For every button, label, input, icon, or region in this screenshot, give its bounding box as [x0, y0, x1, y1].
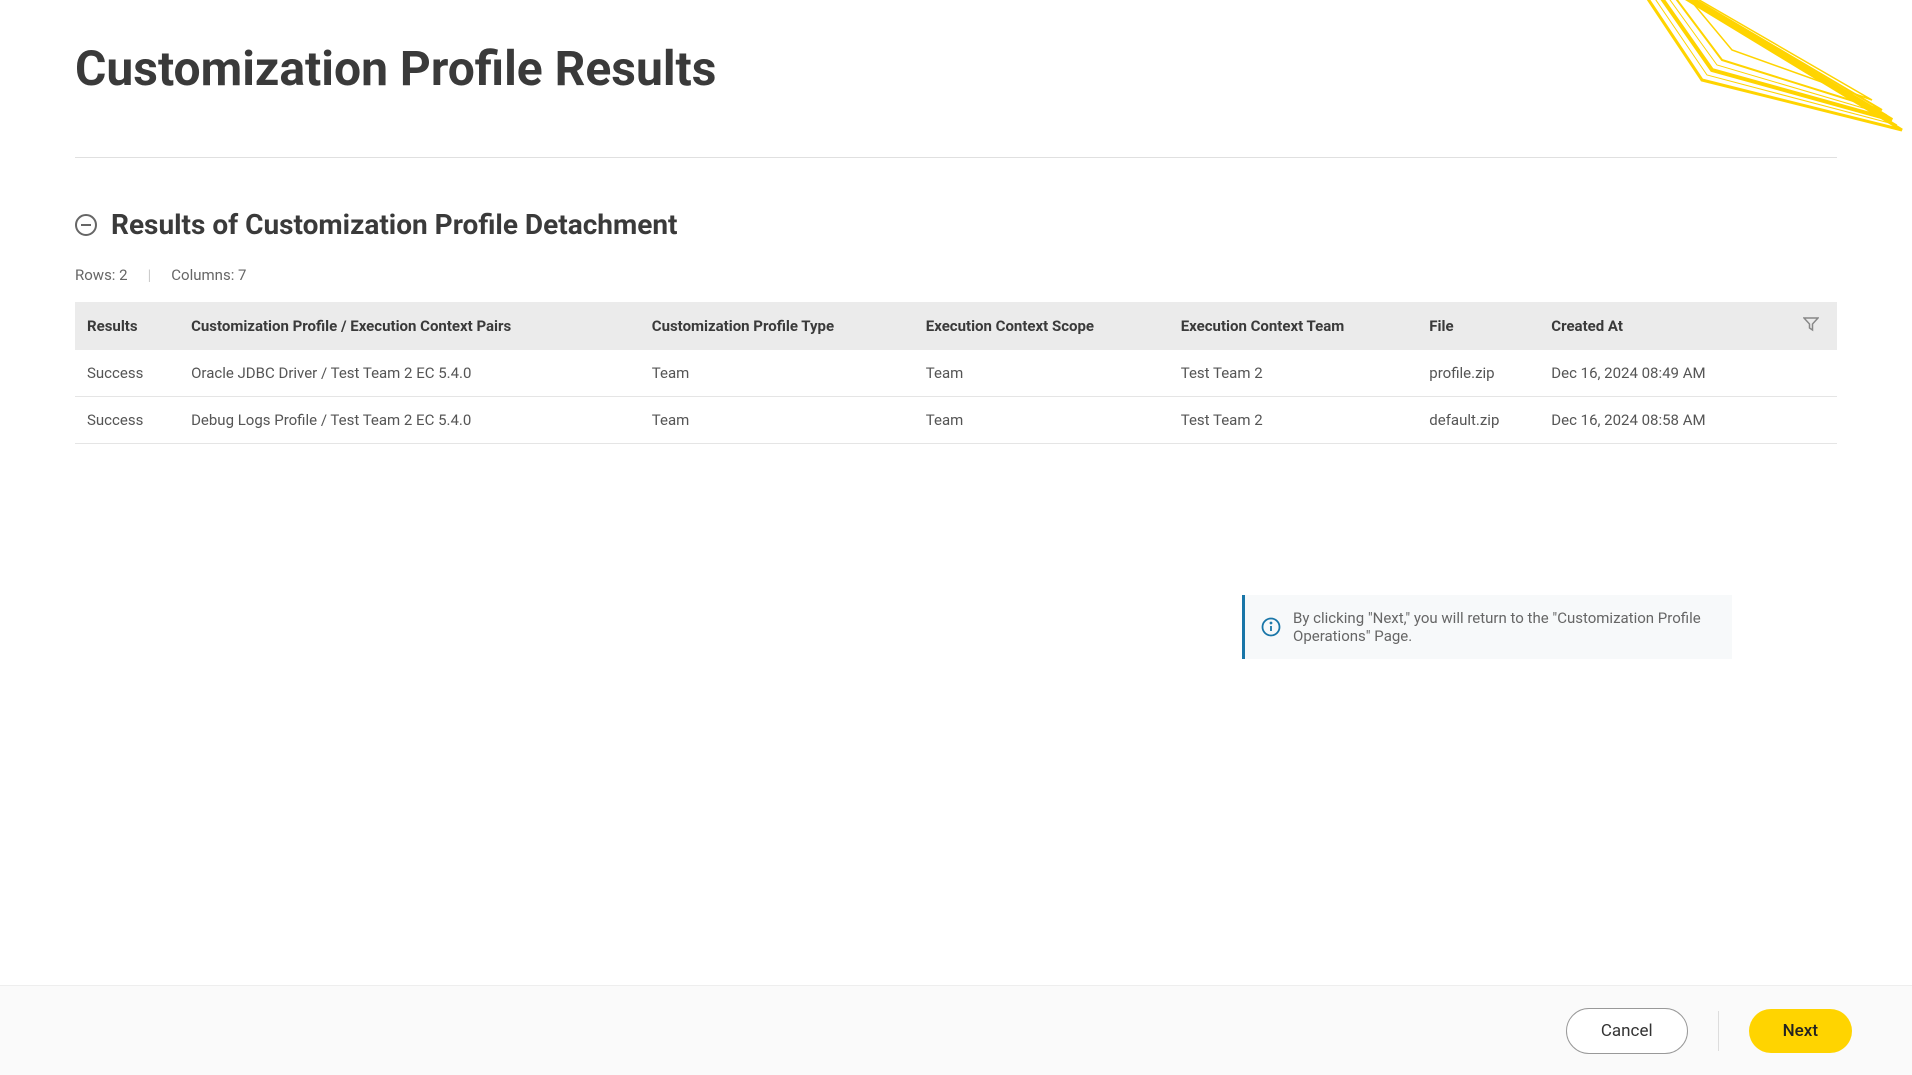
cancel-button[interactable]: Cancel — [1566, 1008, 1688, 1054]
cell-team: Test Team 2 — [1171, 350, 1420, 397]
cell-created: Dec 16, 2024 08:49 AM — [1541, 350, 1777, 397]
col-team[interactable]: Execution Context Team — [1171, 302, 1420, 350]
cell-created: Dec 16, 2024 08:58 AM — [1541, 397, 1777, 444]
cell-result: Success — [75, 397, 181, 444]
results-table: Results Customization Profile / Executio… — [75, 302, 1837, 444]
cell-result: Success — [75, 350, 181, 397]
table-meta: Rows: 2 | Columns: 7 — [75, 266, 1837, 284]
info-text: By clicking "Next," you will return to t… — [1293, 609, 1716, 645]
col-profile-type[interactable]: Customization Profile Type — [642, 302, 916, 350]
table-header-row: Results Customization Profile / Executio… — [75, 302, 1837, 350]
meta-separator: | — [148, 266, 152, 284]
cell-pair: Oracle JDBC Driver / Test Team 2 EC 5.4.… — [181, 350, 642, 397]
collapse-toggle-icon[interactable] — [75, 214, 97, 236]
cell-pair: Debug Logs Profile / Test Team 2 EC 5.4.… — [181, 397, 642, 444]
cell-profile-type: Team — [642, 397, 916, 444]
col-pairs[interactable]: Customization Profile / Execution Contex… — [181, 302, 642, 350]
info-callout: By clicking "Next," you will return to t… — [1242, 595, 1732, 659]
divider — [75, 157, 1837, 158]
rows-count: Rows: 2 — [75, 266, 128, 284]
next-button[interactable]: Next — [1749, 1009, 1852, 1053]
footer-bar: Cancel Next — [0, 985, 1912, 1075]
col-file[interactable]: File — [1419, 302, 1541, 350]
cell-file: profile.zip — [1419, 350, 1541, 397]
col-created[interactable]: Created At — [1541, 302, 1777, 350]
footer-separator — [1718, 1011, 1719, 1051]
col-scope[interactable]: Execution Context Scope — [916, 302, 1171, 350]
cell-scope: Team — [916, 397, 1171, 444]
table-row[interactable]: Success Oracle JDBC Driver / Test Team 2… — [75, 350, 1837, 397]
col-results[interactable]: Results — [75, 302, 181, 350]
page-title: Customization Profile Results — [75, 40, 1837, 97]
cell-scope: Team — [916, 350, 1171, 397]
table-row[interactable]: Success Debug Logs Profile / Test Team 2… — [75, 397, 1837, 444]
cell-team: Test Team 2 — [1171, 397, 1420, 444]
section-title: Results of Customization Profile Detachm… — [111, 208, 678, 241]
cell-profile-type: Team — [642, 350, 916, 397]
filter-icon[interactable] — [1803, 316, 1819, 336]
cell-file: default.zip — [1419, 397, 1541, 444]
info-icon — [1261, 617, 1281, 637]
columns-count: Columns: 7 — [171, 266, 246, 284]
